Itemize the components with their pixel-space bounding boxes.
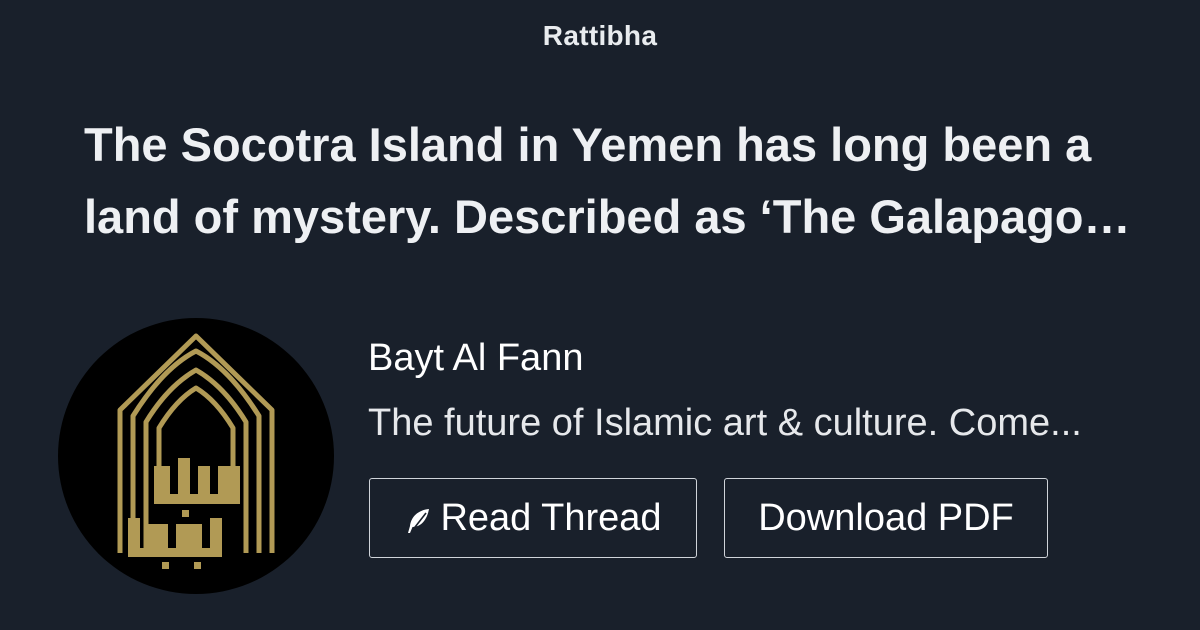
feather-icon [404, 503, 434, 533]
download-pdf-label: Download PDF [758, 496, 1014, 539]
download-pdf-button[interactable]: Download PDF [724, 478, 1048, 558]
read-thread-label: Read Thread [440, 496, 662, 539]
brand-title: Rattibha [542, 20, 658, 51]
author-bio: The future of Islamic art & culture. Com… [368, 402, 1082, 444]
thread-title: The Socotra Island in Yemen has long bee… [84, 118, 1131, 243]
author-avatar [58, 318, 334, 594]
read-thread-button[interactable]: Read Thread [369, 478, 697, 558]
author-name[interactable]: Bayt Al Fann [368, 337, 583, 380]
bayt-al-fann-logo [117, 333, 275, 569]
